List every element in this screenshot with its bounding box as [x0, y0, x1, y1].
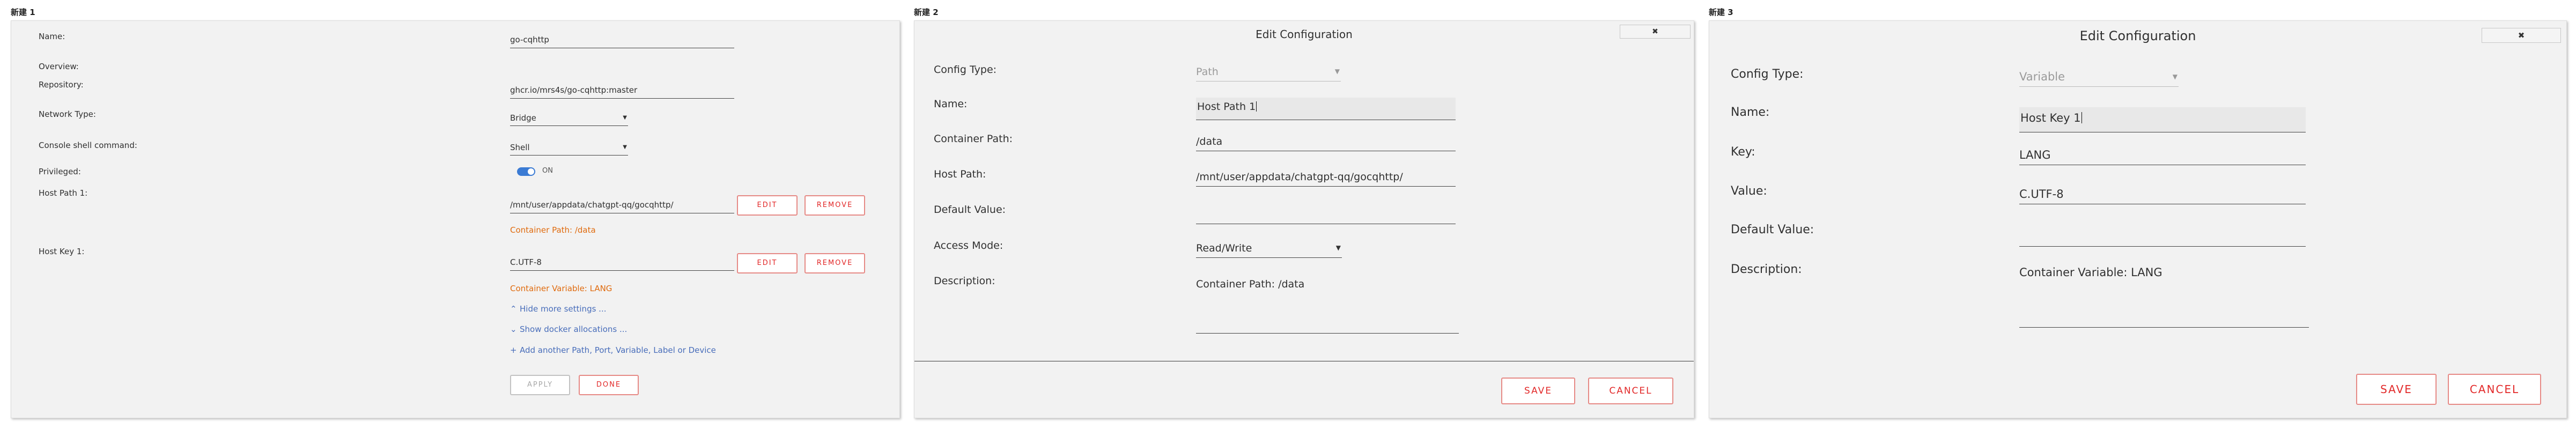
add-another-text: Add another Path, Port, Variable, Label … — [520, 345, 716, 355]
cancel-button[interactable]: CANCEL — [1588, 378, 1673, 404]
dialog-title: Edit Configuration — [1256, 28, 1353, 41]
edit-host-path-button[interactable]: EDIT — [737, 195, 798, 216]
chevron-down-icon: ▼ — [623, 115, 627, 121]
key-label: Key: — [1731, 145, 1755, 159]
add-another-link[interactable]: + Add another Path, Port, Variable, Label… — [510, 345, 716, 355]
dialog-title: Edit Configuration — [2079, 28, 2196, 43]
edit-path-dialog: Edit Configuration ✖ Config Type: Path ▼… — [914, 20, 1694, 418]
chevron-down-icon: ▼ — [2172, 73, 2178, 80]
chevron-down-icon: ▼ — [1335, 244, 1341, 252]
repository-label: Repository: — [39, 80, 84, 90]
privileged-toggle[interactable] — [517, 167, 535, 176]
config-type-select[interactable]: Variable ▼ — [2019, 70, 2179, 87]
chevron-down-icon: ▼ — [623, 144, 627, 150]
value-input[interactable]: C.UTF-8 — [2019, 188, 2306, 204]
name-label: Name: — [1731, 106, 1770, 119]
done-button[interactable]: DONE — [579, 375, 639, 395]
config-type-value: Variable — [2019, 70, 2065, 83]
repository-input[interactable]: ghcr.io/mrs4s/go-cqhttp:master — [510, 85, 734, 99]
window-caption-1: 新建 1 — [11, 8, 35, 17]
access-mode-select[interactable]: Read/Write ▼ — [1196, 242, 1342, 258]
name-label: Name: — [934, 98, 968, 110]
name-value: Host Path 1 — [1197, 101, 1256, 113]
console-shell-value: Shell — [510, 143, 530, 152]
default-value-input[interactable] — [2019, 227, 2306, 247]
config-type-label: Config Type: — [934, 64, 997, 76]
default-value-label: Default Value: — [1731, 223, 1814, 236]
apply-button[interactable]: APPLY — [510, 375, 570, 395]
privileged-state: ON — [542, 167, 553, 175]
container-path-hint: Container Path: /data — [510, 225, 596, 235]
show-docker-allocations-text: Show docker allocations ... — [520, 324, 628, 334]
console-shell-select[interactable]: Shell ▼ — [510, 143, 628, 156]
network-type-select[interactable]: Bridge ▼ — [510, 113, 628, 126]
console-shell-label: Console shell command: — [39, 140, 137, 150]
host-path-input[interactable]: /mnt/user/appdata/chatgpt-qq/gocqhttp/ — [510, 200, 734, 213]
overview-label: Overview: — [39, 62, 79, 71]
close-icon[interactable]: ✖ — [2482, 28, 2561, 43]
access-mode-label: Access Mode: — [934, 240, 1003, 252]
description-textarea[interactable]: Container Path: /data — [1196, 278, 1459, 334]
description-label: Description: — [934, 275, 995, 287]
window-caption-3: 新建 3 — [1709, 8, 1733, 17]
host-key-label: Host Key 1: — [39, 247, 85, 256]
chevron-up-icon: ⌃ — [510, 304, 517, 314]
config-type-label: Config Type: — [1731, 68, 1804, 81]
edit-host-key-button[interactable]: EDIT — [737, 253, 798, 273]
access-mode-value: Read/Write — [1196, 242, 1252, 254]
chevron-down-icon: ▼ — [1334, 68, 1340, 75]
window-caption-2: 新建 2 — [914, 8, 939, 17]
host-key-input[interactable]: C.UTF-8 — [510, 257, 734, 271]
hide-more-settings-link[interactable]: ⌃ Hide more settings ... — [510, 304, 606, 314]
container-path-input[interactable]: /data — [1196, 136, 1456, 151]
name-input[interactable]: go-cqhttp — [510, 35, 734, 48]
close-icon[interactable]: ✖ — [1620, 25, 1691, 39]
config-type-value: Path — [1196, 66, 1219, 78]
remove-host-key-button[interactable]: REMOVE — [804, 253, 865, 273]
plus-icon: + — [510, 345, 517, 355]
key-input[interactable]: LANG — [2019, 149, 2306, 165]
description-textarea[interactable]: Container Variable: LANG — [2019, 266, 2309, 328]
name-value: Host Key 1 — [2020, 112, 2081, 124]
host-path-label: Host Path: — [934, 168, 986, 180]
cancel-button[interactable]: CANCEL — [2448, 374, 2541, 405]
value-label: Value: — [1731, 184, 1767, 198]
remove-host-path-button[interactable]: REMOVE — [804, 195, 865, 216]
chevron-down-icon: ⌄ — [510, 324, 517, 334]
save-button[interactable]: SAVE — [2356, 374, 2437, 405]
container-settings-panel: Name: go-cqhttp Overview: Repository: gh… — [11, 20, 900, 418]
hide-more-settings-text: Hide more settings ... — [520, 304, 607, 314]
text-cursor — [1256, 101, 1257, 112]
default-value-label: Default Value: — [934, 204, 1006, 216]
host-path-label: Host Path 1: — [39, 188, 88, 198]
container-path-label: Container Path: — [934, 133, 1013, 145]
privileged-label: Privileged: — [39, 167, 81, 176]
network-type-value: Bridge — [510, 113, 536, 123]
default-value-input[interactable] — [1196, 206, 1456, 224]
edit-variable-dialog: Edit Configuration ✖ Config Type: Variab… — [1709, 20, 2567, 418]
name-label: Name: — [39, 32, 65, 41]
container-variable-hint: Container Variable: LANG — [510, 284, 612, 293]
network-type-label: Network Type: — [39, 109, 96, 119]
name-input[interactable]: Host Key 1 — [2019, 107, 2306, 132]
name-input[interactable]: Host Path 1 — [1196, 98, 1456, 120]
description-label: Description: — [1731, 263, 1802, 276]
host-path-input[interactable]: /mnt/user/appdata/chatgpt-qq/gocqhttp/ — [1196, 171, 1456, 187]
show-docker-allocations-link[interactable]: ⌄ Show docker allocations ... — [510, 324, 627, 334]
save-button[interactable]: SAVE — [1501, 378, 1575, 404]
config-type-select[interactable]: Path ▼ — [1196, 66, 1341, 82]
